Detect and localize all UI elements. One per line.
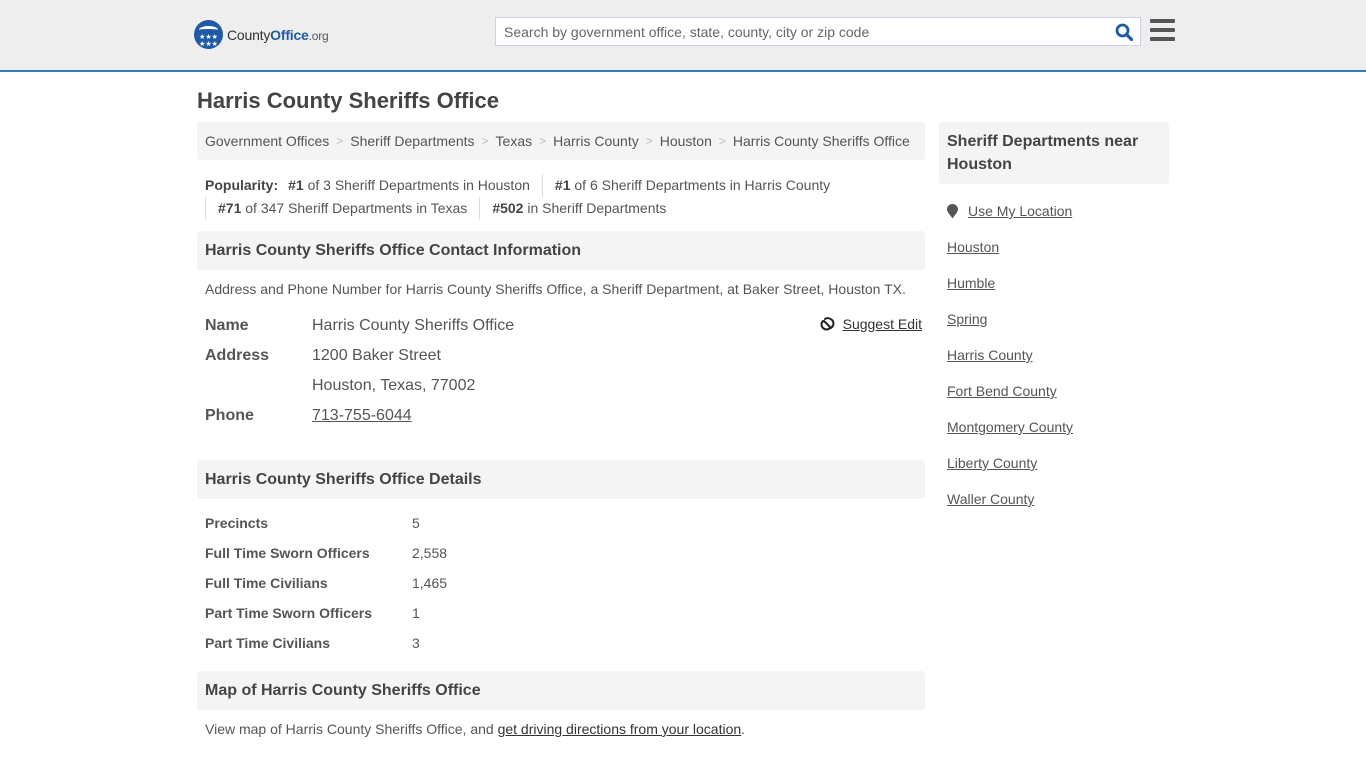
contact-row-phone: Phone 713-755-6044 [205,401,925,431]
map-description: View map of Harris County Sheriffs Offic… [205,721,746,737]
contact-description: Address and Phone Number for Harris Coun… [205,281,906,297]
breadcrumb-separator: > [481,134,489,148]
breadcrumb-government-offices[interactable]: Government Offices [205,133,329,149]
breadcrumb-houston[interactable]: Houston [660,133,712,149]
sidebar-link[interactable]: Spring [947,311,987,327]
site-header: ★★★ ★★★ CountyOffice.org [0,0,1366,72]
search-icon [1115,23,1133,41]
details-table: Precincts 5 Full Time Sworn Officers 2,5… [197,508,925,658]
address-line-1: 1200 Baker Street [312,347,441,364]
sidebar-item-humble[interactable]: Humble [947,265,1169,301]
breadcrumb-separator: > [539,134,547,148]
detail-label: Part Time Sworn Officers [205,605,373,621]
sidebar-item-harris-county[interactable]: Harris County [947,337,1169,373]
sidebar-item-houston[interactable]: Houston [947,229,1169,265]
nearby-list: Use My Location Houston Humble Spring Ha… [939,199,1169,517]
detail-value: 1,465 [412,575,448,591]
contact-row-name: Name Harris County Sheriffs Office [205,311,925,341]
sidebar-link[interactable]: Houston [947,239,999,255]
phone-label: Phone [205,407,254,424]
breadcrumb-separator: > [718,134,726,148]
detail-row: Full Time Sworn Officers 2,558 [205,538,925,568]
detail-label: Precincts [205,515,269,531]
contact-section-heading: Harris County Sheriffs Office Contact In… [197,231,925,270]
detail-row: Part Time Sworn Officers 1 [205,598,925,628]
detail-label: Full Time Civilians [205,575,328,591]
detail-value: 3 [412,635,420,651]
details-section-heading: Harris County Sheriffs Office Details [197,460,925,499]
breadcrumb: Government Offices > Sheriff Departments… [197,122,925,160]
detail-row: Full Time Civilians 1,465 [205,568,925,598]
address-line-2: Houston, Texas, 77002 [312,377,476,394]
main-content: Government Offices > Sheriff Departments… [197,122,925,737]
popularity-label: Popularity: [205,177,279,193]
popularity-item: #1 of 3 Sheriff Departments in Houston [288,177,530,193]
popularity-item: #502 in Sheriff Departments [479,197,678,220]
sidebar-link[interactable]: Montgomery County [947,419,1073,435]
detail-row: Part Time Civilians 3 [205,628,925,658]
search-button[interactable] [1108,18,1140,45]
suggest-edit-button[interactable]: Suggest Edit [820,316,922,332]
suggest-edit-link[interactable]: Suggest Edit [843,316,922,332]
sidebar-item-spring[interactable]: Spring [947,301,1169,337]
sidebar-link[interactable]: Harris County [947,347,1033,363]
detail-value: 2,558 [412,545,448,561]
popularity-item: #1 of 6 Sheriff Departments in Harris Co… [541,174,842,197]
map-pin-icon [947,204,958,219]
sidebar-link[interactable]: Waller County [947,491,1034,507]
breadcrumb-current-page[interactable]: Harris County Sheriffs Office [733,133,910,149]
breadcrumb-separator: > [336,134,344,148]
page-title: Harris County Sheriffs Office [197,88,499,113]
sidebar-item-waller-county[interactable]: Waller County [947,481,1169,517]
name-label: Name [205,317,249,334]
sidebar-item-montgomery-county[interactable]: Montgomery County [947,409,1169,445]
contact-row-address-2: Houston, Texas, 77002 [205,371,925,401]
phone-link[interactable]: 713-755-6044 [312,407,412,425]
broken-link-icon [820,316,835,330]
site-logo[interactable]: ★★★ ★★★ CountyOffice.org [194,20,329,49]
sidebar-link[interactable]: Humble [947,275,995,291]
detail-value: 5 [412,515,420,531]
address-label: Address [205,347,270,364]
detail-label: Full Time Sworn Officers [205,545,370,561]
search-box [495,17,1141,46]
contact-row-address: Address 1200 Baker Street [205,341,925,371]
sidebar-item-fort-bend-county[interactable]: Fort Bend County [947,373,1169,409]
hamburger-menu-icon[interactable] [1150,19,1175,41]
contact-info: Suggest Edit Name Harris County Sheriffs… [197,311,925,431]
search-input[interactable] [496,18,1108,45]
breadcrumb-texas[interactable]: Texas [496,133,533,149]
driving-directions-link[interactable]: get driving directions from your locatio… [498,721,742,737]
map-section-heading: Map of Harris County Sheriffs Office [197,671,925,710]
sidebar-item-liberty-county[interactable]: Liberty County [947,445,1169,481]
eagle-stars-logo-icon: ★★★ ★★★ [194,20,223,49]
detail-value: 1 [412,605,420,621]
logo-text: CountyOffice.org [227,26,329,43]
popularity-rankings: Popularity: #1 of 3 Sheriff Departments … [197,174,925,220]
sidebar-link[interactable]: Liberty County [947,455,1037,471]
sidebar: Sheriff Departments near Houston Use My … [939,122,1169,517]
popularity-item: #71 of 347 Sheriff Departments in Texas [205,197,479,220]
breadcrumb-separator: > [645,134,653,148]
detail-row: Precincts 5 [205,508,925,538]
breadcrumb-harris-county[interactable]: Harris County [553,133,639,149]
breadcrumb-sheriff-departments[interactable]: Sheriff Departments [350,133,474,149]
detail-label: Part Time Civilians [205,635,331,651]
sidebar-heading: Sheriff Departments near Houston [939,122,1169,184]
use-my-location[interactable]: Use My Location [947,199,1169,229]
use-my-location-link[interactable]: Use My Location [968,203,1072,219]
sidebar-link[interactable]: Fort Bend County [947,383,1057,399]
name-value: Harris County Sheriffs Office [312,317,515,334]
